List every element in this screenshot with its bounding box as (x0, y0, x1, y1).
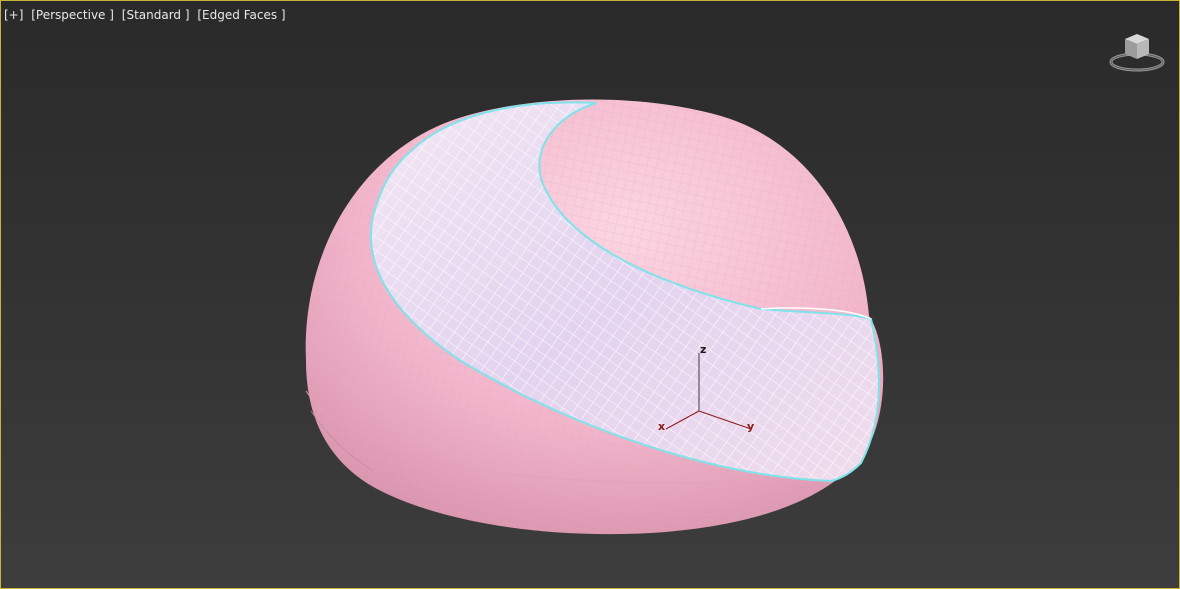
y-axis-label: y (747, 420, 754, 433)
z-axis-label: z (700, 343, 706, 356)
viewcube[interactable] (1109, 29, 1167, 75)
viewcube-icon (1109, 34, 1165, 72)
x-axis-label: x (658, 420, 665, 433)
perspective-viewport[interactable]: [+] [Perspective ] [Standard ] [Edged Fa… (0, 0, 1180, 589)
scene-canvas[interactable]: z y x (1, 1, 1180, 589)
